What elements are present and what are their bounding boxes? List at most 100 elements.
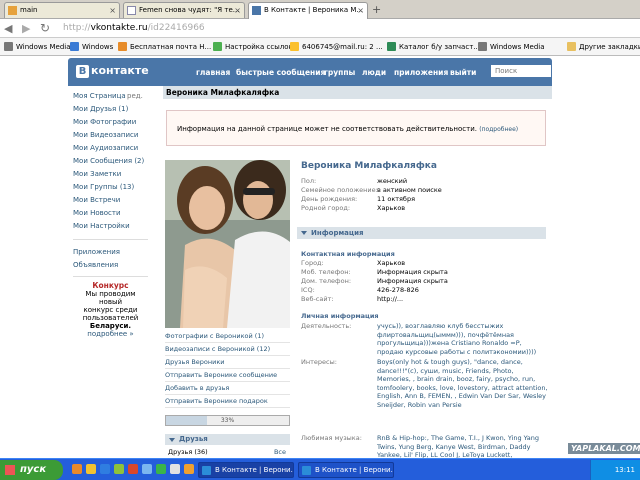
menu-photos[interactable]: Мои Фотографии <box>73 116 148 129</box>
bookmark-item[interactable]: Windows <box>70 42 113 51</box>
friends-header[interactable]: Друзья <box>165 434 290 445</box>
clock[interactable]: 13:11 <box>615 466 635 474</box>
info-row: Родной город: Харьков <box>301 204 552 213</box>
bookmark-item[interactable]: Другие закладки <box>567 42 640 51</box>
tab-femen[interactable]: Femen снова чудят: "Я те... × <box>123 2 245 18</box>
menu-apps[interactable]: Приложения <box>73 246 148 259</box>
menu-settings[interactable]: Мои Настройки <box>73 220 148 233</box>
mail-icon <box>118 42 127 51</box>
menu-news[interactable]: Мои Новости <box>73 207 148 220</box>
menu-my-page[interactable]: Моя Страница ред. <box>73 90 148 103</box>
taskbar-window-vkontakte-2[interactable]: В Контакте | Верони... <box>298 462 394 478</box>
bookmark-item[interactable]: Windows Media <box>4 42 71 51</box>
info-value[interactable]: женский <box>377 177 407 186</box>
bookmark-item[interactable]: Каталог б/у запчаст... <box>387 42 480 51</box>
contact-row: Веб-сайт: http://... <box>301 295 552 304</box>
opera-icon[interactable] <box>128 464 138 474</box>
url-field[interactable]: http://vkontakte.ru/id22416966 <box>63 20 640 36</box>
info-key: Дом. телефон: <box>301 277 352 285</box>
friends-all-link[interactable]: Все <box>274 446 286 458</box>
close-icon[interactable]: × <box>109 3 116 18</box>
contest-more-link[interactable]: подробнее » <box>73 330 148 338</box>
start-button[interactable]: пуск <box>0 460 63 480</box>
nav-link[interactable]: главная <box>196 68 230 77</box>
close-icon[interactable]: × <box>234 3 241 18</box>
app-icon[interactable] <box>184 464 194 474</box>
friends-of-link[interactable]: Друзья Вероники <box>165 356 290 369</box>
bookmark-label: Каталог б/у запчаст... <box>399 43 480 51</box>
profile-photo[interactable] <box>165 160 290 328</box>
info-key: Город: <box>301 259 324 267</box>
collapse-arrow-icon <box>169 438 175 442</box>
tab-mail[interactable]: main × <box>4 2 120 18</box>
chrome-icon[interactable] <box>170 464 180 474</box>
bookmark-item[interactable]: Бесплатная почта Н... <box>118 42 211 51</box>
nav-link[interactable]: группы <box>324 68 355 77</box>
info-value[interactable]: Харьков <box>377 204 405 213</box>
friends-header-label: Друзья <box>179 435 208 443</box>
page-icon <box>478 42 487 51</box>
menu-notes[interactable]: Мои Заметки <box>73 168 148 181</box>
bookmark-item[interactable]: Windows Media <box>478 42 545 51</box>
info-value[interactable]: 11 октября <box>377 195 415 204</box>
send-gift-link[interactable]: Отправить Веронике подарок <box>165 395 290 408</box>
notice-more-link[interactable]: (подробнее) <box>479 126 518 133</box>
new-tab-button[interactable]: + <box>372 3 381 16</box>
nav-link[interactable]: быстрые сообщения <box>236 68 325 77</box>
friends-count: Друзья (36) <box>168 448 208 456</box>
search-input[interactable]: Поиск <box>491 65 551 77</box>
vk-logo[interactable]: Вконтакте <box>76 64 149 78</box>
menu-friends[interactable]: Мои Друзья (1) <box>73 103 148 116</box>
forward-arrow-icon[interactable]: ▶ <box>22 22 30 35</box>
notice-text: Информация на данной странице может не с… <box>177 125 477 133</box>
menu-messages[interactable]: Мои Сообщения (2) <box>73 155 148 168</box>
info-row: День рождения: 11 октября <box>301 195 552 204</box>
taskbar-window-label: В Контакте | Верони... <box>215 466 294 474</box>
menu-videos[interactable]: Мои Видеозаписи <box>73 129 148 142</box>
page-title: Вероника Милафкаляфка <box>163 86 552 99</box>
edit-link[interactable]: ред. <box>127 90 143 103</box>
nav-link[interactable]: люди <box>362 68 386 77</box>
info-value[interactable]: учусь)), возглавляю клуб бесстыжих флирт… <box>377 322 549 356</box>
start-label: пуск <box>20 464 47 475</box>
nav-link[interactable]: приложения <box>394 68 448 77</box>
friends-count-row: Друзья (36) Все <box>165 446 290 458</box>
menu-ads[interactable]: Объявления <box>73 259 148 272</box>
bookmark-label: Настройка ссылок <box>225 43 293 51</box>
contest-text: Мы проводим новый <box>85 290 136 306</box>
icq-icon[interactable] <box>156 464 166 474</box>
info-value[interactable]: http://... <box>377 295 403 304</box>
nav-link[interactable]: выйти <box>450 68 476 77</box>
browser-tab-bar: main × Femen снова чудят: "Я те... × В К… <box>0 0 640 19</box>
close-icon[interactable]: × <box>357 3 364 18</box>
taskbar-window-vkontakte[interactable]: В Контакте | Верони... <box>198 462 294 478</box>
ie-icon[interactable] <box>100 464 110 474</box>
info-value[interactable]: Boys(only hot & tough guys), "dance, dan… <box>377 358 549 410</box>
menu-events[interactable]: Мои Встречи <box>73 194 148 207</box>
tab-vkontakte[interactable]: В Контакте | Вероника М... × <box>248 2 368 19</box>
send-message-link[interactable]: Отправить Веронике сообщение <box>165 369 290 382</box>
info-value: Информация скрыта <box>377 277 448 285</box>
photos-with-link[interactable]: Фотографии с Вероникой (1) <box>165 330 290 343</box>
info-value[interactable]: в активном поиске <box>377 186 442 195</box>
media-icon[interactable] <box>142 464 152 474</box>
menu-groups[interactable]: Мои Группы (13) <box>73 181 148 194</box>
firefox-icon[interactable] <box>72 464 82 474</box>
menu-audio[interactable]: Мои Аудиозаписи <box>73 142 148 155</box>
reload-icon[interactable]: ↻ <box>40 21 50 35</box>
vk-icon <box>202 466 211 475</box>
vk-icon <box>252 6 261 15</box>
page-viewport: Вконтакте главная быстрые сообщения груп… <box>0 56 640 458</box>
bookmark-label: Бесплатная почта Н... <box>130 43 212 51</box>
folder-icon[interactable] <box>86 464 96 474</box>
info-section-header[interactable]: Информация <box>297 227 546 239</box>
back-arrow-icon[interactable]: ◀ <box>4 22 12 35</box>
show-desktop-icon[interactable] <box>114 464 124 474</box>
bookmark-item[interactable]: 6406745@mail.ru: 2 ... <box>290 42 383 51</box>
info-value[interactable]: Харьков <box>377 259 405 268</box>
info-value[interactable]: RnB & Hip-hop:, The Game, T.I., J Kwon, … <box>377 434 549 458</box>
add-friend-link[interactable]: Добавить в друзья <box>165 382 290 395</box>
vk-header: Вконтакте главная быстрые сообщения груп… <box>68 58 552 86</box>
videos-with-link[interactable]: Видеозаписи с Вероникой (12) <box>165 343 290 356</box>
bookmark-item[interactable]: Настройка ссылок <box>213 42 293 51</box>
